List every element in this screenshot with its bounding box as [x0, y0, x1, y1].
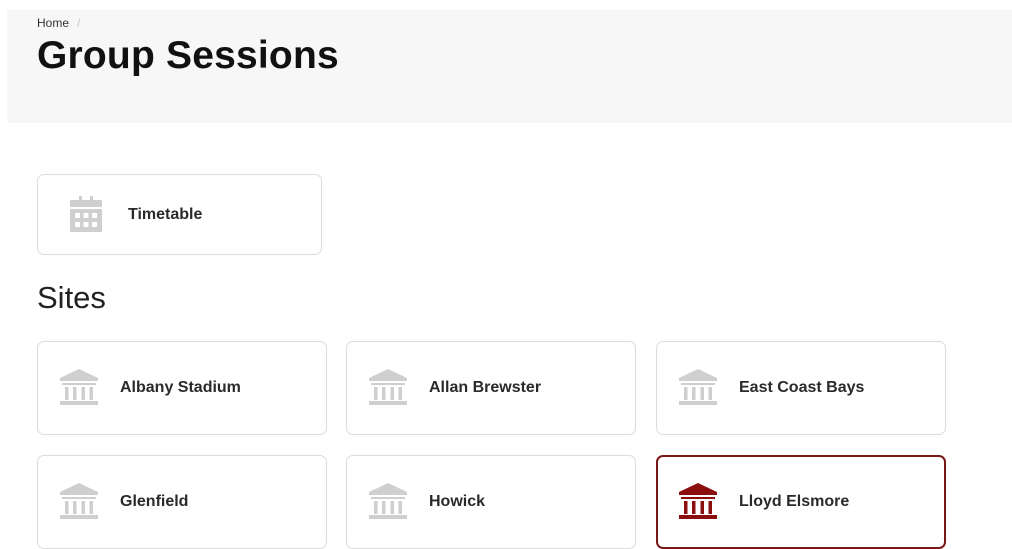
site-card-glenfield[interactable]: Glenfield — [37, 455, 327, 549]
building-icon — [679, 369, 717, 405]
site-card-howick[interactable]: Howick — [346, 455, 636, 549]
site-card-lloyd-elsmore[interactable]: Lloyd Elsmore — [656, 455, 946, 549]
page-title: Group Sessions — [37, 34, 339, 77]
building-icon — [369, 369, 407, 405]
sites-heading: Sites — [37, 280, 106, 315]
site-card-label: Howick — [429, 493, 486, 510]
breadcrumb-home-link[interactable]: Home — [37, 16, 69, 30]
timetable-label: Timetable — [128, 206, 203, 223]
page-header: Home / Group Sessions — [7, 10, 1012, 123]
site-card-east-coast-bays[interactable]: East Coast Bays — [656, 341, 946, 435]
building-icon — [369, 483, 407, 519]
calendar-icon — [70, 196, 102, 232]
site-card-label: Allan Brewster — [429, 379, 542, 396]
timetable-card[interactable]: Timetable — [37, 174, 322, 255]
site-card-label: Albany Stadium — [120, 379, 241, 396]
site-card-label: Lloyd Elsmore — [739, 493, 850, 510]
site-card-label: Glenfield — [120, 493, 189, 510]
site-card-albany-stadium[interactable]: Albany Stadium — [37, 341, 327, 435]
site-card-label: East Coast Bays — [739, 379, 865, 396]
building-icon — [60, 483, 98, 519]
breadcrumb: Home / — [37, 16, 80, 30]
building-icon — [60, 369, 98, 405]
site-card-allan-brewster[interactable]: Allan Brewster — [346, 341, 636, 435]
breadcrumb-separator: / — [77, 16, 81, 30]
building-icon — [679, 483, 717, 519]
